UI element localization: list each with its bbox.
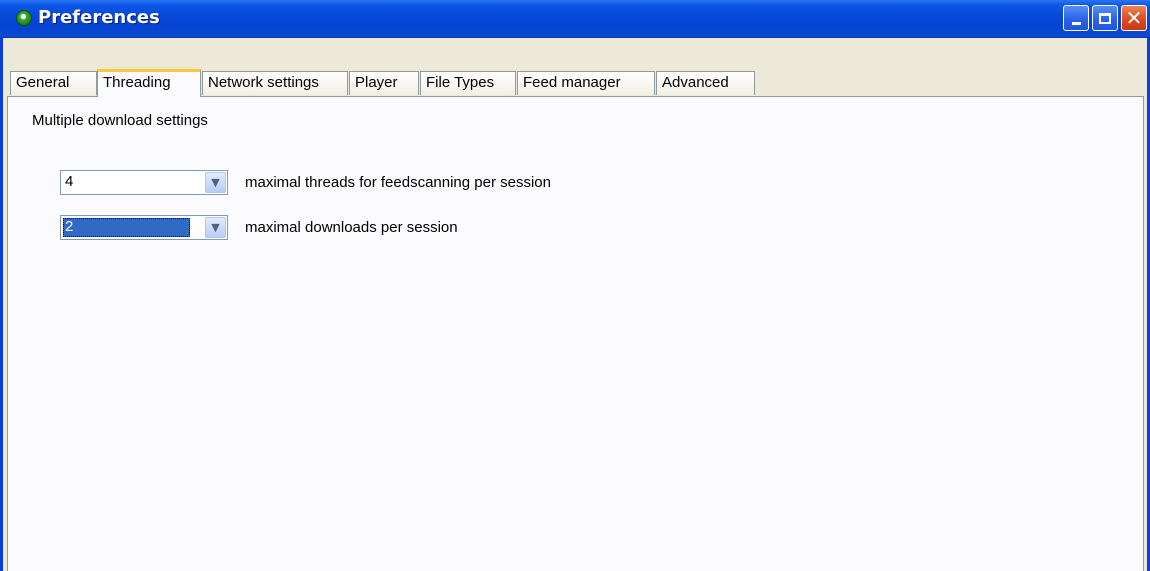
dialog-client-area: General Threading Network settings Playe… [3, 38, 1147, 571]
tab-feed-manager[interactable]: Feed manager [517, 71, 655, 95]
selection-highlight [63, 218, 190, 237]
tab-label: Network settings [208, 74, 319, 91]
title-bar[interactable]: Preferences ✕ [0, 0, 1150, 38]
preferences-window: Preferences ✕ General Threading Network … [0, 0, 1150, 571]
tab-player[interactable]: Player [349, 71, 419, 95]
select-value: 2 [65, 218, 74, 235]
chevron-down-icon[interactable]: ▼ [205, 217, 226, 238]
tab-label: Feed manager [523, 74, 621, 91]
tab-file-types[interactable]: File Types [420, 71, 516, 95]
feedscan-threads-select[interactable]: 4 ▼ [60, 170, 228, 195]
tab-advanced[interactable]: Advanced [656, 71, 755, 95]
select-value: 4 [65, 173, 74, 190]
downloads-select[interactable]: 2 ▼ [60, 215, 228, 240]
group-label: Multiple download settings [32, 112, 208, 129]
minimize-button[interactable] [1063, 5, 1089, 31]
chevron-down-icon[interactable]: ▼ [205, 172, 226, 193]
downloads-label: maximal downloads per session [245, 219, 458, 236]
tab-network-settings[interactable]: Network settings [202, 71, 348, 95]
tab-label: File Types [426, 74, 495, 91]
tab-label: Advanced [662, 74, 729, 91]
close-icon: ✕ [1125, 5, 1143, 30]
tab-strip: General Threading Network settings Playe… [3, 38, 1147, 100]
tab-threading[interactable]: Threading [97, 69, 201, 97]
close-button[interactable]: ✕ [1121, 5, 1147, 31]
window-title: Preferences [38, 7, 160, 28]
app-icon [16, 10, 32, 26]
tab-label: General [16, 74, 70, 91]
tab-general[interactable]: General [10, 71, 97, 95]
maximize-button[interactable] [1092, 5, 1118, 31]
feedscan-threads-label: maximal threads for feedscanning per ses… [245, 174, 551, 191]
threading-panel [7, 96, 1144, 571]
tab-label: Threading [103, 74, 171, 91]
minimize-icon [1071, 22, 1081, 25]
maximize-icon [1099, 12, 1111, 24]
tab-label: Player [355, 74, 398, 91]
